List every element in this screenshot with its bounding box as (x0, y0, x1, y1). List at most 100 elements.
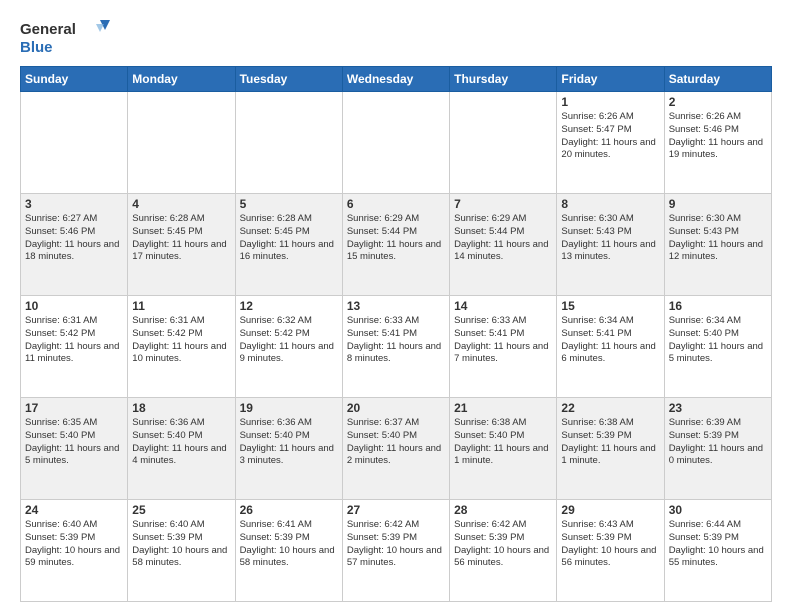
calendar-cell (21, 92, 128, 194)
day-info: Sunrise: 6:41 AM Sunset: 5:39 PM Dayligh… (240, 519, 338, 570)
calendar-cell: 10Sunrise: 6:31 AM Sunset: 5:42 PM Dayli… (21, 296, 128, 398)
calendar-week-row: 1 Sunrise: 6:26 AM Sunset: 5:47 PM Daylig… (21, 92, 772, 194)
day-number: 16 (669, 299, 767, 313)
calendar-header-row: SundayMondayTuesdayWednesdayThursdayFrid… (21, 67, 772, 92)
calendar-cell: 26Sunrise: 6:41 AM Sunset: 5:39 PM Dayli… (235, 500, 342, 602)
day-number: 30 (669, 503, 767, 517)
calendar-cell: 20 Sunrise: 6:37 AM Sunset: 5:40 PM Dayli… (342, 398, 449, 500)
day-info: Sunrise: 6:28 AM Sunset: 5:45 PM Dayligh… (132, 213, 230, 264)
calendar-cell (342, 92, 449, 194)
day-info: Sunrise: 6:42 AM Sunset: 5:39 PM Dayligh… (347, 519, 445, 570)
day-info: Sunrise: 6:39 AM Sunset: 5:39 PM Dayligh… (669, 417, 767, 468)
day-number: 27 (347, 503, 445, 517)
day-info: Sunrise: 6:32 AM Sunset: 5:42 PM Dayligh… (240, 315, 338, 366)
day-info: Sunrise: 6:38 AM Sunset: 5:39 PM Dayligh… (561, 417, 659, 468)
calendar-cell: 17 Sunrise: 6:35 AM Sunset: 5:40 PM Dayli… (21, 398, 128, 500)
calendar-cell: 16 Sunrise: 6:34 AM Sunset: 5:40 PM Dayli… (664, 296, 771, 398)
day-info: Sunrise: 6:37 AM Sunset: 5:40 PM Dayligh… (347, 417, 445, 468)
calendar-cell: 5Sunrise: 6:28 AM Sunset: 5:45 PM Daylig… (235, 194, 342, 296)
day-info: Sunrise: 6:27 AM Sunset: 5:46 PM Dayligh… (25, 213, 123, 264)
calendar-cell: 23Sunrise: 6:39 AM Sunset: 5:39 PM Dayli… (664, 398, 771, 500)
day-number: 22 (561, 401, 659, 415)
calendar-cell: 18 Sunrise: 6:36 AM Sunset: 5:40 PM Dayli… (128, 398, 235, 500)
day-info: Sunrise: 6:40 AM Sunset: 5:39 PM Dayligh… (132, 519, 230, 570)
day-header-thursday: Thursday (450, 67, 557, 92)
day-number: 21 (454, 401, 552, 415)
day-info: Sunrise: 6:35 AM Sunset: 5:40 PM Dayligh… (25, 417, 123, 468)
day-number: 25 (132, 503, 230, 517)
day-number: 9 (669, 197, 767, 211)
calendar-table: SundayMondayTuesdayWednesdayThursdayFrid… (20, 66, 772, 602)
day-number: 18 (132, 401, 230, 415)
day-info: Sunrise: 6:33 AM Sunset: 5:41 PM Dayligh… (347, 315, 445, 366)
calendar-cell: 27 Sunrise: 6:42 AM Sunset: 5:39 PM Dayli… (342, 500, 449, 602)
day-info: Sunrise: 6:28 AM Sunset: 5:45 PM Dayligh… (240, 213, 338, 264)
day-number: 13 (347, 299, 445, 313)
day-number: 20 (347, 401, 445, 415)
day-info: Sunrise: 6:26 AM Sunset: 5:47 PM Dayligh… (561, 111, 659, 162)
day-info: Sunrise: 6:43 AM Sunset: 5:39 PM Dayligh… (561, 519, 659, 570)
calendar-page: General Blue SundayMondayTuesdayWednesda… (0, 0, 792, 612)
calendar-cell: 4 Sunrise: 6:28 AM Sunset: 5:45 PM Daylig… (128, 194, 235, 296)
day-number: 1 (561, 95, 659, 109)
page-header: General Blue (20, 16, 772, 58)
day-info: Sunrise: 6:26 AM Sunset: 5:46 PM Dayligh… (669, 111, 767, 162)
day-number: 11 (132, 299, 230, 313)
day-info: Sunrise: 6:38 AM Sunset: 5:40 PM Dayligh… (454, 417, 552, 468)
day-info: Sunrise: 6:33 AM Sunset: 5:41 PM Dayligh… (454, 315, 552, 366)
day-info: Sunrise: 6:34 AM Sunset: 5:40 PM Dayligh… (669, 315, 767, 366)
svg-text:Blue: Blue (20, 39, 53, 56)
day-number: 12 (240, 299, 338, 313)
calendar-cell: 13 Sunrise: 6:33 AM Sunset: 5:41 PM Dayli… (342, 296, 449, 398)
calendar-week-row: 17 Sunrise: 6:35 AM Sunset: 5:40 PM Dayli… (21, 398, 772, 500)
day-header-sunday: Sunday (21, 67, 128, 92)
calendar-cell: 30 Sunrise: 6:44 AM Sunset: 5:39 PM Dayli… (664, 500, 771, 602)
day-header-monday: Monday (128, 67, 235, 92)
calendar-cell: 11 Sunrise: 6:31 AM Sunset: 5:42 PM Dayli… (128, 296, 235, 398)
calendar-cell: 21 Sunrise: 6:38 AM Sunset: 5:40 PM Dayli… (450, 398, 557, 500)
day-number: 28 (454, 503, 552, 517)
day-header-tuesday: Tuesday (235, 67, 342, 92)
day-info: Sunrise: 6:30 AM Sunset: 5:43 PM Dayligh… (669, 213, 767, 264)
day-number: 3 (25, 197, 123, 211)
calendar-cell: 2 Sunrise: 6:26 AM Sunset: 5:46 PM Daylig… (664, 92, 771, 194)
day-info: Sunrise: 6:44 AM Sunset: 5:39 PM Dayligh… (669, 519, 767, 570)
day-info: Sunrise: 6:36 AM Sunset: 5:40 PM Dayligh… (240, 417, 338, 468)
calendar-cell: 1 Sunrise: 6:26 AM Sunset: 5:47 PM Daylig… (557, 92, 664, 194)
day-number: 8 (561, 197, 659, 211)
calendar-cell: 9 Sunrise: 6:30 AM Sunset: 5:43 PM Daylig… (664, 194, 771, 296)
day-number: 6 (347, 197, 445, 211)
day-info: Sunrise: 6:42 AM Sunset: 5:39 PM Dayligh… (454, 519, 552, 570)
day-number: 2 (669, 95, 767, 109)
day-info: Sunrise: 6:31 AM Sunset: 5:42 PM Dayligh… (25, 315, 123, 366)
day-number: 29 (561, 503, 659, 517)
day-number: 15 (561, 299, 659, 313)
calendar-cell: 24 Sunrise: 6:40 AM Sunset: 5:39 PM Dayli… (21, 500, 128, 602)
calendar-cell: 8 Sunrise: 6:30 AM Sunset: 5:43 PM Daylig… (557, 194, 664, 296)
day-info: Sunrise: 6:36 AM Sunset: 5:40 PM Dayligh… (132, 417, 230, 468)
day-number: 4 (132, 197, 230, 211)
calendar-cell: 28 Sunrise: 6:42 AM Sunset: 5:39 PM Dayli… (450, 500, 557, 602)
day-number: 14 (454, 299, 552, 313)
calendar-week-row: 24 Sunrise: 6:40 AM Sunset: 5:39 PM Dayli… (21, 500, 772, 602)
calendar-week-row: 3 Sunrise: 6:27 AM Sunset: 5:46 PM Daylig… (21, 194, 772, 296)
day-info: Sunrise: 6:29 AM Sunset: 5:44 PM Dayligh… (347, 213, 445, 264)
day-info: Sunrise: 6:40 AM Sunset: 5:39 PM Dayligh… (25, 519, 123, 570)
calendar-cell: 6 Sunrise: 6:29 AM Sunset: 5:44 PM Daylig… (342, 194, 449, 296)
calendar-cell (450, 92, 557, 194)
logo-svg: General Blue (20, 16, 110, 58)
calendar-cell: 29 Sunrise: 6:43 AM Sunset: 5:39 PM Dayli… (557, 500, 664, 602)
day-number: 17 (25, 401, 123, 415)
calendar-cell: 22 Sunrise: 6:38 AM Sunset: 5:39 PM Dayli… (557, 398, 664, 500)
day-number: 7 (454, 197, 552, 211)
day-info: Sunrise: 6:30 AM Sunset: 5:43 PM Dayligh… (561, 213, 659, 264)
calendar-cell (235, 92, 342, 194)
calendar-cell: 25 Sunrise: 6:40 AM Sunset: 5:39 PM Dayli… (128, 500, 235, 602)
day-header-friday: Friday (557, 67, 664, 92)
day-info: Sunrise: 6:31 AM Sunset: 5:42 PM Dayligh… (132, 315, 230, 366)
calendar-cell: 12 Sunrise: 6:32 AM Sunset: 5:42 PM Dayli… (235, 296, 342, 398)
day-header-saturday: Saturday (664, 67, 771, 92)
day-number: 24 (25, 503, 123, 517)
calendar-cell: 7Sunrise: 6:29 AM Sunset: 5:44 PM Daylig… (450, 194, 557, 296)
day-header-wednesday: Wednesday (342, 67, 449, 92)
